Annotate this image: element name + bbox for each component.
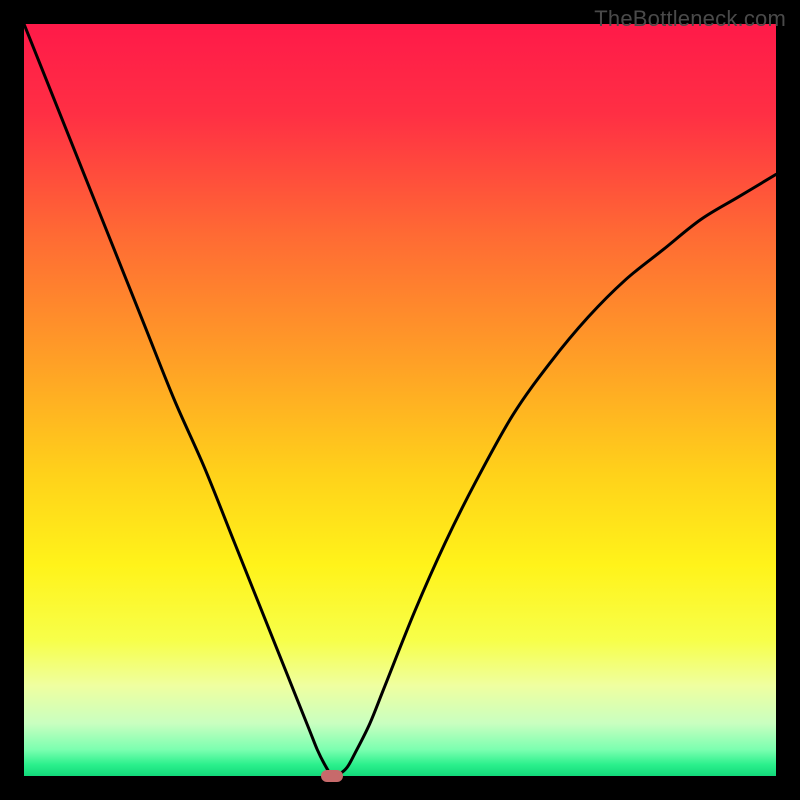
watermark-label: TheBottleneck.com xyxy=(594,6,786,32)
plot-area xyxy=(24,24,776,776)
optimum-marker-icon xyxy=(321,770,343,782)
chart-frame xyxy=(10,10,790,790)
gradient-background xyxy=(24,24,776,776)
